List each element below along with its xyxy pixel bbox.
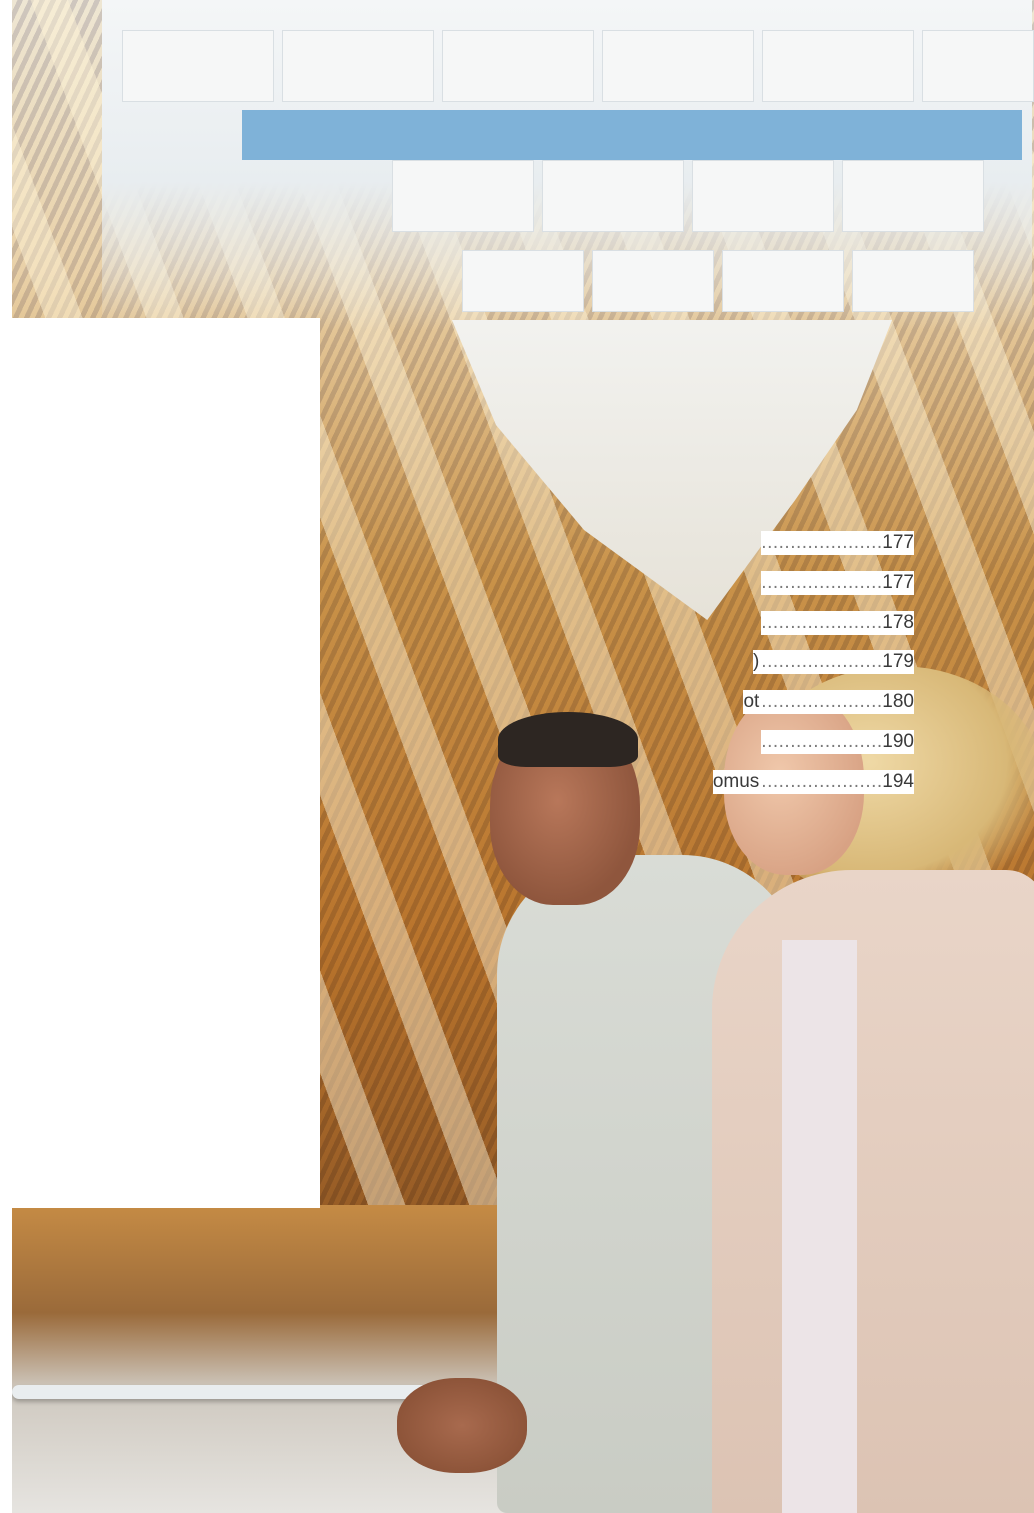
ceiling-pane <box>442 30 594 102</box>
toc-entry[interactable]: ........................................… <box>0 570 914 611</box>
toc-page-number: 178 <box>881 610 914 635</box>
toc-entry-title: ) <box>752 650 762 675</box>
ceiling-pane <box>462 250 584 312</box>
toc-leader-dots: ........................................… <box>761 729 882 754</box>
toc-leader-dots: ........................................… <box>761 769 882 794</box>
ceiling-pane <box>842 160 984 232</box>
toc-entry[interactable]: ........................................… <box>0 610 914 651</box>
toc-leader-dots: ........................................… <box>761 531 882 555</box>
toc-page-number: 177 <box>881 570 914 595</box>
toc-page-number: 180 <box>881 690 914 715</box>
ceiling-pane <box>392 160 534 232</box>
toc-leader-dots: ........................................… <box>761 650 882 675</box>
table-of-contents: ........................................… <box>0 531 914 810</box>
toc-leader-dots: ........................................… <box>761 690 882 715</box>
ceiling-pane <box>922 30 1034 102</box>
toc-entry[interactable]: ot .....................................… <box>0 690 914 730</box>
toc-page-number: 194 <box>881 769 914 794</box>
ceiling-pane <box>122 30 274 102</box>
toc-entry[interactable]: omus ...................................… <box>0 769 914 810</box>
toc-page-number: 179 <box>881 650 914 675</box>
toc-page-number: 177 <box>881 531 914 555</box>
ceiling-pane <box>692 160 834 232</box>
handrail <box>12 1385 432 1399</box>
toc-page-number: 190 <box>881 729 914 754</box>
toc-entry[interactable]: ) ......................................… <box>0 650 914 690</box>
ceiling-pane <box>852 250 974 312</box>
ceiling-pane <box>542 160 684 232</box>
woman-blouse <box>782 940 857 1513</box>
ceiling-pane <box>282 30 434 102</box>
ceiling-pane <box>722 250 844 312</box>
skylight-panels <box>102 0 1034 330</box>
toc-leader-dots: ........................................… <box>761 570 882 595</box>
ceiling-pane <box>592 250 714 312</box>
woman-blazer <box>712 870 1034 1513</box>
sky-strip <box>242 110 1022 160</box>
ceiling-pane <box>602 30 754 102</box>
clasped-hands <box>397 1378 527 1473</box>
ceiling-pane <box>762 30 914 102</box>
toc-entry-title: ot <box>743 690 762 715</box>
toc-entry[interactable]: ........................................… <box>0 531 914 571</box>
toc-leader-dots: ........................................… <box>761 610 882 635</box>
toc-entry-title: omus <box>712 769 762 794</box>
toc-entry[interactable]: ........................................… <box>0 729 914 770</box>
